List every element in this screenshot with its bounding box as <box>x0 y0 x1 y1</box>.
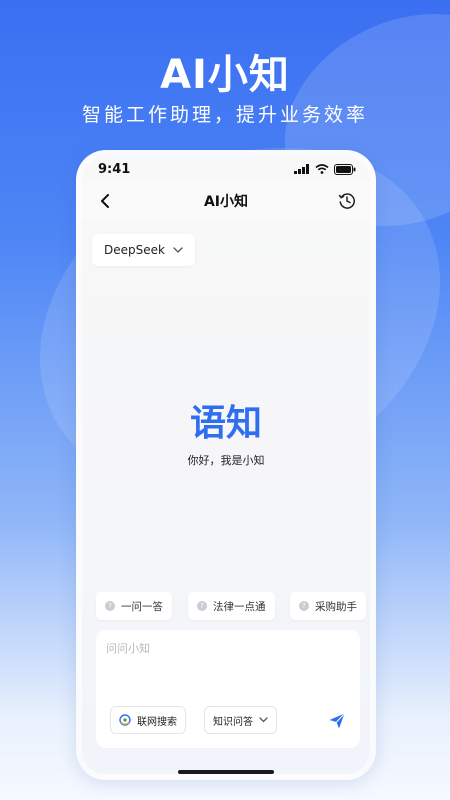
status-icons <box>294 163 356 175</box>
wifi-icon <box>315 164 329 174</box>
hero-subtitle: 智能工作助理，提升业务效率 <box>81 104 368 126</box>
send-icon <box>329 713 345 729</box>
question-input[interactable] <box>106 640 350 680</box>
quick-chip[interactable]: ? 采购助手 <box>290 592 366 620</box>
chevron-down-icon <box>173 247 183 253</box>
back-button[interactable] <box>94 190 116 212</box>
quick-chip[interactable]: ? 法律一点通 <box>188 592 275 620</box>
logo-char: 知 <box>226 403 263 444</box>
nav-bar: AI小知 <box>82 182 370 220</box>
app-logo: 语知 <box>82 394 370 446</box>
history-button[interactable] <box>336 190 358 212</box>
chevron-down-icon <box>259 717 268 723</box>
quick-chip[interactable]: ? 一问一答 <box>96 592 172 620</box>
quick-chip-label: 法律一点通 <box>213 600 266 613</box>
composer: 联网搜索 知识问答 <box>96 630 360 748</box>
home-indicator <box>178 770 274 774</box>
phone-frame: 9:41 AI小知 DeepSeek 语知 你好，我是小知 ? 一问一答 ? 法… <box>76 150 376 780</box>
history-clock-icon <box>338 193 355 209</box>
signal-icon <box>294 164 309 174</box>
battery-icon <box>334 163 356 175</box>
chevron-left-icon <box>101 194 109 208</box>
hero-title: AI小知 <box>160 52 290 98</box>
nav-title: AI小知 <box>203 194 249 210</box>
web-search-label: 联网搜索 <box>137 716 177 728</box>
model-select-value: DeepSeek <box>104 243 165 257</box>
help-icon: ? <box>299 601 309 611</box>
logo-char: 语 <box>189 403 226 444</box>
quick-chip-label: 采购助手 <box>315 600 357 613</box>
status-bar: 9:41 <box>82 156 370 182</box>
model-select[interactable]: DeepSeek <box>92 234 195 266</box>
mode-select[interactable]: 知识问答 <box>204 706 277 734</box>
quick-chip-label: 一问一答 <box>121 600 163 613</box>
status-time: 9:41 <box>98 161 131 177</box>
mode-select-label: 知识问答 <box>213 716 253 728</box>
web-search-icon <box>119 714 131 726</box>
send-button[interactable] <box>326 710 348 732</box>
web-search-toggle[interactable]: 联网搜索 <box>110 706 186 734</box>
greeting-text: 你好，我是小知 <box>187 454 265 467</box>
help-icon: ? <box>197 601 207 611</box>
help-icon: ? <box>105 601 115 611</box>
